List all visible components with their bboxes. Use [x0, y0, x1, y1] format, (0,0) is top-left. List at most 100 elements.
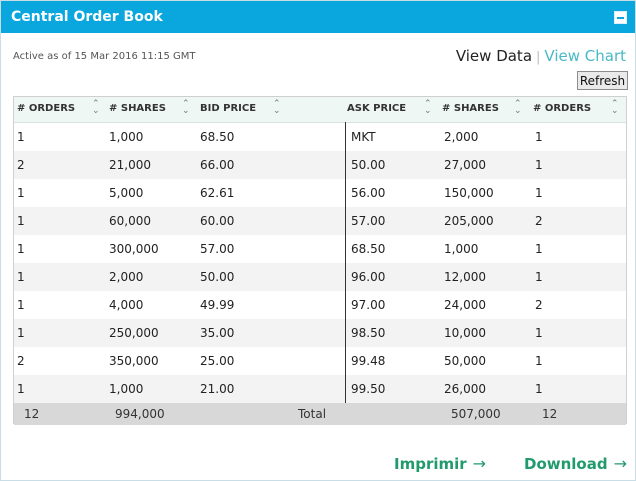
active-timestamp: Active as of 15 Mar 2016 11:15 GMT	[13, 51, 196, 62]
ask-orders-cell: 1	[535, 354, 543, 368]
total-bid-orders: 12	[24, 407, 40, 421]
view-toggle: View Data | View Chart	[456, 47, 626, 65]
total-label: Total	[298, 407, 327, 421]
total-row: 12 994,000 Total 507,000 12	[14, 403, 626, 425]
bid-orders-cell: 1	[17, 242, 25, 256]
ask-shares-cell: 10,000	[444, 326, 486, 340]
bid-ask-divider	[345, 122, 346, 403]
bid-shares-cell: 2,000	[109, 270, 144, 284]
bid-shares-cell: 5,000	[109, 186, 144, 200]
ask-price-cell: MKT	[351, 130, 376, 144]
title-bar: Central Order Book	[1, 1, 635, 33]
ask-shares-cell: 26,000	[444, 382, 486, 396]
sort-icon[interactable]: ⌃ ⌄	[424, 100, 433, 116]
column-bid-orders[interactable]: # ORDERS	[17, 103, 75, 114]
bid-orders-cell: 1	[17, 326, 25, 340]
table-row: 1 1,000 68.50 MKT 2,000 1	[14, 123, 626, 151]
arrow-right-icon: →	[472, 454, 487, 473]
table-row: 2 350,000 25.00 99.48 50,000 1	[14, 347, 626, 375]
view-separator: |	[536, 50, 541, 65]
view-data-link[interactable]: View Data	[456, 47, 532, 65]
print-link[interactable]: Imprimir →	[394, 454, 486, 473]
bid-shares-cell: 300,000	[109, 242, 159, 256]
total-ask-orders: 12	[542, 407, 558, 421]
table-row: 1 5,000 62.61 56.00 150,000 1	[14, 179, 626, 207]
bid-orders-cell: 1	[17, 382, 25, 396]
bid-shares-cell: 1,000	[109, 382, 144, 396]
column-ask-price[interactable]: ASK PRICE	[347, 103, 406, 114]
bid-price-cell: 66.00	[200, 158, 235, 172]
ask-orders-cell: 1	[535, 270, 543, 284]
table-row: 1 4,000 49.99 97.00 24,000 2	[14, 291, 626, 319]
ask-orders-cell: 1	[535, 382, 543, 396]
bid-price-cell: 25.00	[200, 354, 235, 368]
table-row: 1 2,000 50.00 96.00 12,000 1	[14, 263, 626, 291]
bid-price-cell: 57.00	[200, 242, 235, 256]
ask-orders-cell: 2	[535, 298, 543, 312]
sort-icon[interactable]: ⌃ ⌄	[273, 100, 282, 116]
bid-shares-cell: 60,000	[109, 214, 151, 228]
ask-price-cell: 99.50	[351, 382, 386, 396]
bid-shares-cell: 21,000	[109, 158, 151, 172]
bid-shares-cell: 4,000	[109, 298, 144, 312]
ask-price-cell: 99.48	[351, 354, 386, 368]
table-row: 1 300,000 57.00 68.50 1,000 1	[14, 235, 626, 263]
panel-title: Central Order Book	[11, 9, 163, 25]
column-bid-shares[interactable]: # SHARES	[109, 103, 166, 114]
ask-price-cell: 97.00	[351, 298, 386, 312]
sort-icon[interactable]: ⌃ ⌄	[514, 100, 523, 116]
sort-icon[interactable]: ⌃ ⌄	[611, 100, 620, 116]
bid-orders-cell: 2	[17, 354, 25, 368]
ask-orders-cell: 1	[535, 186, 543, 200]
bid-orders-cell: 1	[17, 270, 25, 284]
ask-orders-cell: 1	[535, 130, 543, 144]
sort-icon[interactable]: ⌃ ⌄	[182, 100, 191, 116]
ask-shares-cell: 2,000	[444, 130, 479, 144]
ask-price-cell: 68.50	[351, 242, 386, 256]
bid-price-cell: 49.99	[200, 298, 235, 312]
ask-price-cell: 50.00	[351, 158, 386, 172]
bid-shares-cell: 250,000	[109, 326, 159, 340]
ask-price-cell: 56.00	[351, 186, 386, 200]
bid-shares-cell: 350,000	[109, 354, 159, 368]
bid-price-cell: 60.00	[200, 214, 235, 228]
arrow-right-icon: →	[613, 454, 628, 473]
ask-orders-cell: 1	[535, 158, 543, 172]
bid-orders-cell: 1	[17, 214, 25, 228]
bid-shares-cell: 1,000	[109, 130, 144, 144]
bid-price-cell: 21.00	[200, 382, 235, 396]
ask-shares-cell: 27,000	[444, 158, 486, 172]
table-row: 2 21,000 66.00 50.00 27,000 1	[14, 151, 626, 179]
ask-orders-cell: 1	[535, 326, 543, 340]
order-book-panel: Central Order Book Active as of 15 Mar 2…	[0, 0, 636, 481]
column-ask-orders[interactable]: # ORDERS	[533, 103, 591, 114]
sort-icon[interactable]: ⌃ ⌄	[92, 100, 101, 116]
table-row: 1 250,000 35.00 98.50 10,000 1	[14, 319, 626, 347]
ask-orders-cell: 1	[535, 242, 543, 256]
download-link[interactable]: Download →	[524, 454, 627, 473]
ask-price-cell: 98.50	[351, 326, 386, 340]
bid-price-cell: 62.61	[200, 186, 235, 200]
bid-orders-cell: 2	[17, 158, 25, 172]
ask-shares-cell: 12,000	[444, 270, 486, 284]
print-label: Imprimir	[394, 455, 467, 473]
table-row: 1 1,000 21.00 99.50 26,000 1	[14, 375, 626, 403]
refresh-button[interactable]: Refresh	[577, 71, 628, 90]
view-chart-link[interactable]: View Chart	[544, 47, 626, 65]
ask-price-cell: 57.00	[351, 214, 386, 228]
ask-shares-cell: 205,000	[444, 214, 494, 228]
bid-orders-cell: 1	[17, 186, 25, 200]
ask-orders-cell: 2	[535, 214, 543, 228]
ask-shares-cell: 50,000	[444, 354, 486, 368]
ask-shares-cell: 24,000	[444, 298, 486, 312]
table-header: # ORDERS ⌃ ⌄ # SHARES ⌃ ⌄ BID PRICE ⌃ ⌄ ASK…	[14, 97, 626, 123]
collapse-icon[interactable]	[614, 11, 627, 24]
bid-price-cell: 35.00	[200, 326, 235, 340]
column-bid-price[interactable]: BID PRICE	[200, 103, 256, 114]
bid-orders-cell: 1	[17, 130, 25, 144]
ask-shares-cell: 150,000	[444, 186, 494, 200]
table-row: 1 60,000 60.00 57.00 205,000 2	[14, 207, 626, 235]
bid-price-cell: 50.00	[200, 270, 235, 284]
column-ask-shares[interactable]: # SHARES	[442, 103, 499, 114]
bid-price-cell: 68.50	[200, 130, 235, 144]
